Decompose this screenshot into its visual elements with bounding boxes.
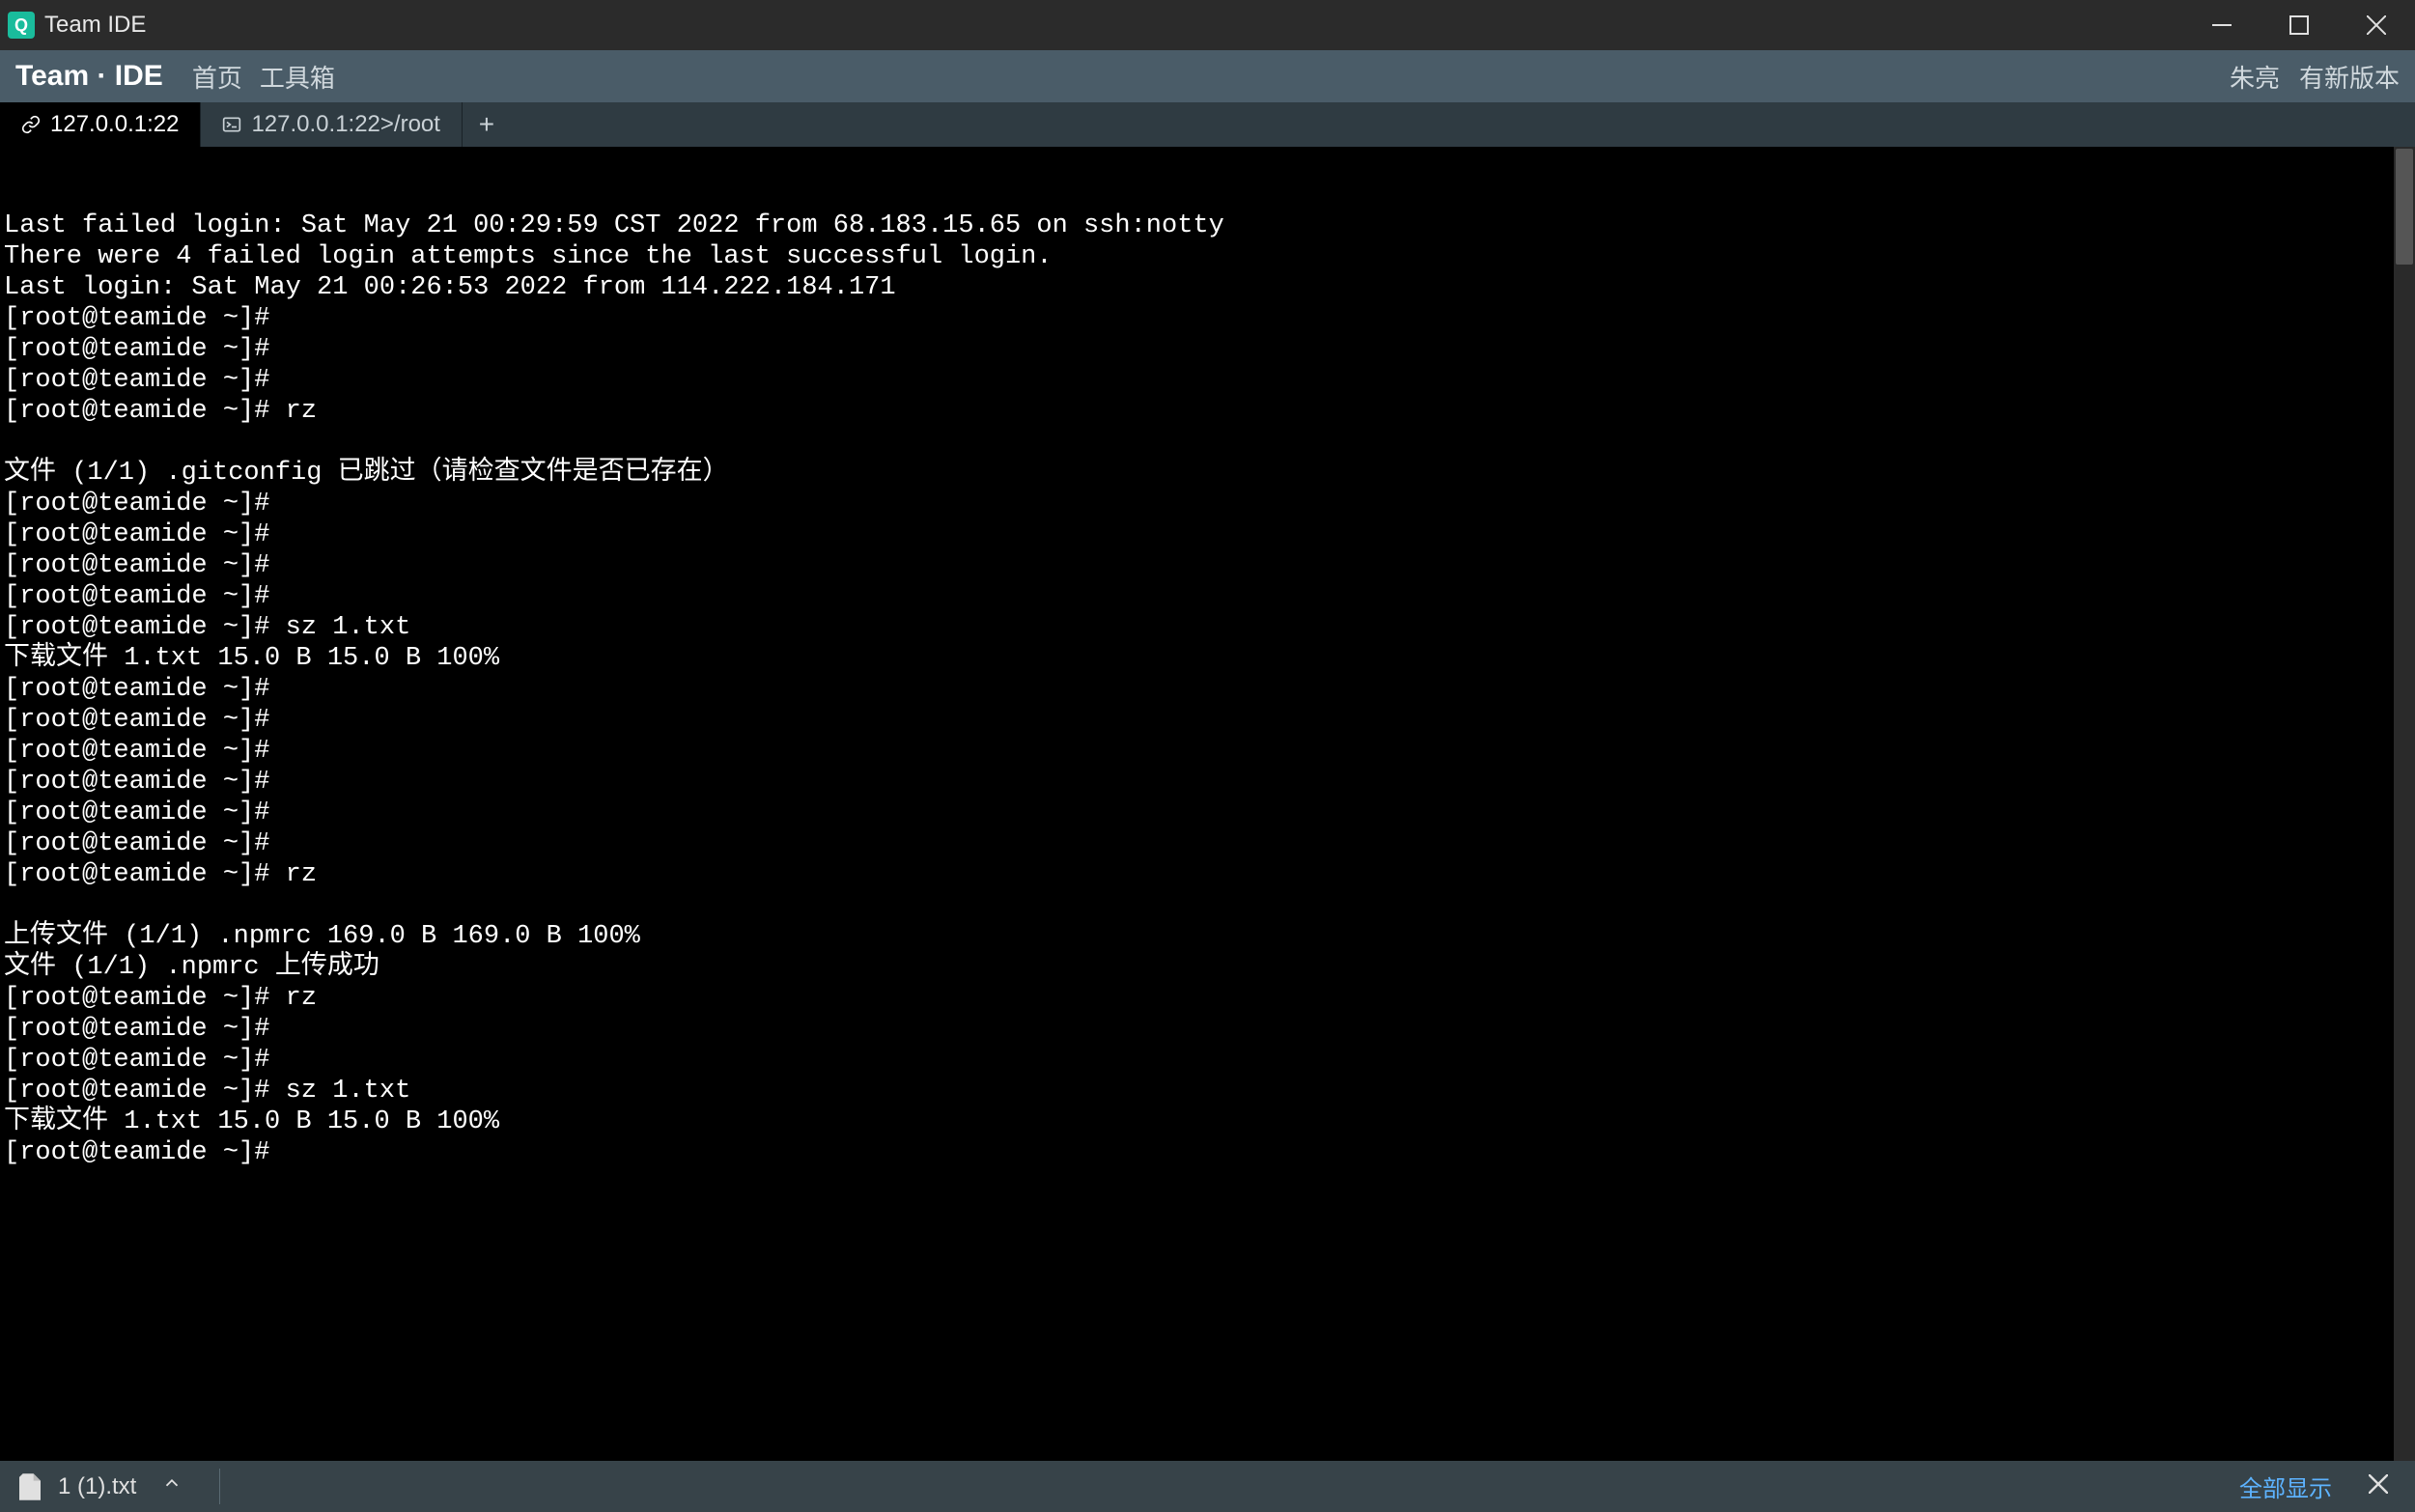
maximize-button[interactable]	[2261, 0, 2338, 50]
terminal-line: [root@teamide ~]#	[4, 365, 2411, 396]
tab-ssh-connection[interactable]: 127.0.0.1:22	[0, 102, 201, 147]
terminal-line: [root@teamide ~]#	[4, 519, 2411, 550]
terminal-line: [root@teamide ~]#	[4, 1137, 2411, 1168]
app-menubar: Team · IDE 首页 工具箱 朱亮 有新版本	[0, 50, 2415, 102]
app-icon: Q	[8, 12, 35, 39]
terminal-line: 下载文件 1.txt 15.0 B 15.0 B 100%	[4, 1106, 2411, 1137]
terminal-line: Last login: Sat May 21 00:26:53 2022 fro…	[4, 272, 2411, 303]
download-filename: 1 (1).txt	[58, 1473, 136, 1500]
download-bar-close[interactable]	[2361, 1473, 2396, 1500]
terminal-line: [root@teamide ~]#	[4, 581, 2411, 612]
download-bar-right: 全部显示	[2239, 1470, 2396, 1503]
window-title: Team IDE	[44, 12, 146, 39]
terminal-line: Last failed login: Sat May 21 00:29:59 C…	[4, 210, 2411, 241]
terminal-line: [root@teamide ~]# rz	[4, 396, 2411, 427]
tab-label: 127.0.0.1:22	[50, 111, 179, 138]
menu-home[interactable]: 首页	[192, 59, 242, 95]
terminal-line: [root@teamide ~]#	[4, 705, 2411, 736]
show-all-downloads[interactable]: 全部显示	[2239, 1470, 2332, 1503]
terminal-line: 上传文件 (1/1) .npmrc 169.0 B 169.0 B 100%	[4, 921, 2411, 952]
app-name-label: Team · IDE	[15, 60, 163, 93]
terminal-line: [root@teamide ~]#	[4, 798, 2411, 828]
tab-add-button[interactable]: +	[463, 102, 511, 147]
terminal-line: [root@teamide ~]# rz	[4, 983, 2411, 1014]
tab-bar: 127.0.0.1:22 127.0.0.1:22>/root +	[0, 102, 2415, 147]
menu-toolbox[interactable]: 工具箱	[260, 59, 335, 95]
terminal-line: 文件 (1/1) .gitconfig 已跳过（请检查文件是否已存在）	[4, 458, 2411, 489]
terminal-line	[4, 890, 2411, 921]
terminal-line: [root@teamide ~]#	[4, 303, 2411, 334]
terminal-line: [root@teamide ~]#	[4, 1014, 2411, 1045]
terminal-line: [root@teamide ~]#	[4, 767, 2411, 798]
terminal-line	[4, 427, 2411, 458]
terminal-line: [root@teamide ~]#	[4, 489, 2411, 519]
terminal-line: 下载文件 1.txt 15.0 B 15.0 B 100%	[4, 643, 2411, 674]
terminal-line: [root@teamide ~]# sz 1.txt	[4, 612, 2411, 643]
download-chevron-button[interactable]	[154, 1470, 190, 1503]
terminal-line: [root@teamide ~]# rz	[4, 859, 2411, 890]
terminal-line: [root@teamide ~]#	[4, 828, 2411, 859]
terminal-line: [root@teamide ~]#	[4, 736, 2411, 767]
plus-icon: +	[479, 109, 494, 140]
link-icon	[21, 115, 41, 134]
terminal-line: [root@teamide ~]#	[4, 334, 2411, 365]
file-icon	[19, 1473, 41, 1500]
menubar-right: 朱亮 有新版本	[2230, 59, 2400, 95]
terminal-icon	[222, 115, 241, 134]
terminal-line: [root@teamide ~]#	[4, 674, 2411, 705]
terminal-line: [root@teamide ~]# sz 1.txt	[4, 1076, 2411, 1106]
minimize-button[interactable]	[2183, 0, 2261, 50]
close-icon	[2367, 15, 2386, 35]
minimize-icon	[2212, 15, 2232, 35]
download-bar: 1 (1).txt 全部显示	[0, 1461, 2415, 1512]
app-icon-letter: Q	[14, 15, 28, 36]
tab-terminal-root[interactable]: 127.0.0.1:22>/root	[201, 102, 463, 147]
terminal-scrollbar[interactable]	[2394, 147, 2415, 1461]
download-item[interactable]: 1 (1).txt	[19, 1469, 220, 1504]
terminal-output[interactable]: Last failed login: Sat May 21 00:29:59 C…	[0, 147, 2415, 1461]
close-button[interactable]	[2338, 0, 2415, 50]
close-icon	[2369, 1474, 2388, 1494]
os-titlebar: Q Team IDE	[0, 0, 2415, 50]
scrollbar-thumb[interactable]	[2396, 149, 2413, 265]
maximize-icon	[2289, 15, 2309, 35]
chevron-up-icon	[161, 1470, 183, 1497]
terminal-line: 文件 (1/1) .npmrc 上传成功	[4, 952, 2411, 983]
user-name[interactable]: 朱亮	[2230, 59, 2280, 95]
terminal-line: [root@teamide ~]#	[4, 1045, 2411, 1076]
terminal-line: There were 4 failed login attempts since…	[4, 241, 2411, 272]
terminal-line: [root@teamide ~]#	[4, 550, 2411, 581]
tab-label: 127.0.0.1:22>/root	[251, 111, 440, 138]
window-controls	[2183, 0, 2415, 50]
version-notice[interactable]: 有新版本	[2299, 59, 2400, 95]
